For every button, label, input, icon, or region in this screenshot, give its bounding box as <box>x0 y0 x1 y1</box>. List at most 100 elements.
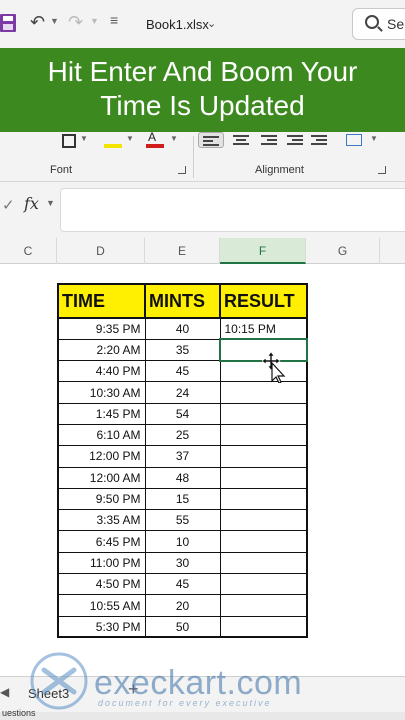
increase-indent-button[interactable] <box>308 132 330 148</box>
table-row: 1:45 PM 54 <box>57 402 308 425</box>
mints-cell[interactable]: 25 <box>144 423 221 447</box>
mints-cell[interactable]: 30 <box>144 551 221 575</box>
table-row: 6:10 AM 25 <box>57 423 308 447</box>
enter-check-icon[interactable]: ✓ <box>2 196 15 214</box>
watermark-tagline: document for every executive <box>98 698 272 708</box>
worksheet-grid[interactable]: TIME MINTS RESULT 9:35 PM 40 10:15 PM 2:20 … <box>0 264 405 676</box>
time-cell[interactable]: 4:40 PM <box>57 360 146 383</box>
mints-cell[interactable]: 10 <box>144 530 221 553</box>
time-cell[interactable]: 6:45 PM <box>57 530 146 553</box>
wrap-text-icon[interactable] <box>346 134 362 146</box>
formula-dropdown-icon[interactable]: ▼ <box>46 198 55 208</box>
time-cell[interactable]: 9:35 PM <box>57 317 146 340</box>
column-header-e[interactable]: E <box>145 238 220 264</box>
time-cell[interactable]: 1:45 PM <box>57 402 146 425</box>
customize-toolbar-icon[interactable]: ≡ <box>110 12 118 28</box>
caption-line-2: Time Is Updated <box>100 90 305 121</box>
table-row: 3:35 AM 55 <box>57 509 308 532</box>
result-cell[interactable] <box>219 594 308 617</box>
mints-cell[interactable]: 45 <box>144 360 221 383</box>
time-cell[interactable]: 10:55 AM <box>57 594 146 617</box>
caption-line-1: Hit Enter And Boom Your <box>47 56 358 87</box>
table-row: 10:30 AM 24 <box>57 381 308 404</box>
column-headers: C D E F G <box>0 238 405 264</box>
result-cell[interactable] <box>219 487 308 511</box>
result-cell[interactable]: 10:15 PM <box>219 317 308 340</box>
time-table: TIME MINTS RESULT 9:35 PM 40 10:15 PM 2:20 … <box>57 283 308 639</box>
column-header-g[interactable]: G <box>306 238 380 264</box>
result-cell[interactable] <box>219 402 308 425</box>
time-cell[interactable]: 10:30 AM <box>57 381 146 404</box>
sheet-nav-icon[interactable]: ◀ <box>0 685 9 699</box>
redo-dropdown-icon[interactable]: ▼ <box>90 16 99 26</box>
result-cell[interactable] <box>219 466 308 489</box>
save-icon[interactable] <box>0 14 16 32</box>
mints-cell[interactable]: 35 <box>144 338 221 362</box>
result-cell[interactable] <box>219 573 308 596</box>
mints-cell[interactable]: 40 <box>144 317 221 340</box>
decrease-indent-button[interactable] <box>284 132 306 148</box>
fill-color-icon[interactable] <box>104 134 122 148</box>
result-cell[interactable] <box>219 445 308 468</box>
font-color-dropdown-icon[interactable]: ▼ <box>170 134 178 143</box>
borders-dropdown-icon[interactable]: ▼ <box>80 134 88 143</box>
font-dialog-launcher-icon[interactable] <box>178 166 186 174</box>
header-time[interactable]: TIME <box>57 283 146 319</box>
time-cell[interactable]: 6:10 AM <box>57 423 146 447</box>
time-cell[interactable]: 5:30 PM <box>57 615 146 639</box>
mints-cell[interactable]: 54 <box>144 402 221 425</box>
undo-dropdown-icon[interactable]: ▼ <box>50 16 59 26</box>
mints-cell[interactable]: 45 <box>144 573 221 596</box>
chevron-down-icon[interactable]: ⌄ <box>207 17 216 30</box>
mints-cell[interactable]: 15 <box>144 487 221 511</box>
time-cell[interactable]: 12:00 AM <box>57 466 146 489</box>
font-color-icon[interactable]: A <box>146 130 164 148</box>
time-cell[interactable]: 3:35 AM <box>57 509 146 532</box>
alignment-dialog-launcher-icon[interactable] <box>378 166 386 174</box>
excel-window: ↶ ▼ ↷ ▼ ≡ Book1.xlsx ⌄ Se Hit Enter And … <box>0 0 405 720</box>
borders-icon[interactable] <box>62 134 76 148</box>
table-row: 4:50 PM 45 <box>57 573 308 596</box>
align-left-button[interactable] <box>198 132 224 148</box>
result-cell[interactable] <box>219 551 308 575</box>
formula-input[interactable] <box>60 188 405 232</box>
insert-function-icon[interactable]: fx <box>24 194 39 213</box>
mints-cell[interactable]: 55 <box>144 509 221 532</box>
table-row: 9:50 PM 15 <box>57 487 308 511</box>
time-cell[interactable]: 9:50 PM <box>57 487 146 511</box>
move-cursor-icon <box>262 351 286 383</box>
mints-cell[interactable]: 37 <box>144 445 221 468</box>
workbook-filename[interactable]: Book1.xlsx <box>146 17 209 32</box>
mints-cell[interactable]: 24 <box>144 381 221 404</box>
mints-cell[interactable]: 48 <box>144 466 221 489</box>
header-result[interactable]: RESULT <box>219 283 308 319</box>
column-header-d[interactable]: D <box>57 238 145 264</box>
result-cell[interactable] <box>219 381 308 404</box>
column-header-c[interactable]: C <box>0 238 57 264</box>
fill-color-dropdown-icon[interactable]: ▼ <box>126 134 134 143</box>
table-row: 12:00 AM 48 <box>57 466 308 489</box>
table-row: 6:45 PM 10 <box>57 530 308 553</box>
header-mints[interactable]: MINTS <box>144 283 221 319</box>
result-cell[interactable] <box>219 615 308 639</box>
result-cell[interactable] <box>219 423 308 447</box>
align-center-button[interactable] <box>230 132 252 148</box>
result-cell[interactable] <box>219 509 308 532</box>
redo-icon[interactable]: ↷ <box>68 12 83 33</box>
mints-cell[interactable]: 50 <box>144 615 221 639</box>
align-right-button[interactable] <box>258 132 280 148</box>
time-cell[interactable]: 12:00 PM <box>57 445 146 468</box>
formula-bar: ✓ fx ▼ <box>0 182 405 238</box>
time-cell[interactable]: 11:00 PM <box>57 551 146 575</box>
group-divider <box>193 136 194 178</box>
search-box[interactable]: Se <box>352 8 405 40</box>
column-header-f[interactable]: F <box>220 238 306 264</box>
merge-dropdown-icon[interactable]: ▼ <box>370 134 378 143</box>
result-cell[interactable] <box>219 530 308 553</box>
time-cell[interactable]: 4:50 PM <box>57 573 146 596</box>
font-group-label: Font <box>50 164 73 176</box>
undo-icon[interactable]: ↶ <box>30 12 45 33</box>
mints-cell[interactable]: 20 <box>144 594 221 617</box>
alignment-group-label: Alignment <box>255 164 304 176</box>
time-cell[interactable]: 2:20 AM <box>57 338 146 362</box>
